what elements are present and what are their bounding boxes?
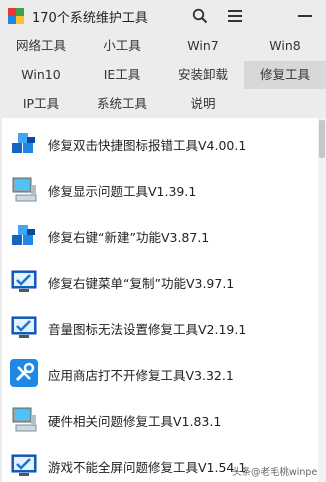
minimize-icon [298,15,312,17]
monitor-check-icon [11,270,37,292]
scrollbar-thumb[interactable] [319,120,325,158]
list-scrollbar[interactable] [318,118,326,482]
watermark: 头条@老毛桃winpe [232,464,317,478]
list-item[interactable]: 音量图标无法设置修复工具V2.19.1 [2,304,318,350]
item-label: 修复右键“新建”功能V3.87.1 [48,230,210,245]
blue-cubes-icon [12,225,35,245]
tab-repair-tools[interactable]: 修复工具 [244,61,326,89]
tab-network-tools[interactable]: 网络工具 [0,32,82,60]
item-label: 游戏不能全屏问题修复工具V1.54.1 [48,460,247,475]
item-label: 音量图标无法设置修复工具V2.19.1 [48,322,247,337]
watermark-text: 头条@老毛桃winpe [232,467,318,478]
tool-list: 修复双击快捷图标报错工具V4.00.1 修复显示问题工具V1.39.1 修复右键… [2,118,318,482]
monitor-check-icon [11,316,37,338]
list-item[interactable]: 修复双击快捷图标报错工具V4.00.1 [2,120,318,166]
tab-system-tools[interactable]: 系统工具 [82,90,162,118]
tab-win10[interactable]: Win10 [0,61,82,89]
tab-ip-tools[interactable]: IP工具 [0,90,82,118]
item-label: 修复双击快捷图标报错工具V4.00.1 [48,138,247,153]
list-item[interactable]: 修复右键菜单“复制”功能V3.97.1 [2,258,318,304]
app-logo-icon [8,8,24,24]
list-item[interactable]: 修复显示问题工具V1.39.1 [2,166,318,212]
item-label: 修复显示问题工具V1.39.1 [48,184,197,199]
list-item[interactable]: 修复右键“新建”功能V3.87.1 [2,212,318,258]
monitor-check-icon [11,454,37,476]
item-label: 应用商店打不开修复工具V3.32.1 [48,368,234,383]
blue-cubes-icon [12,133,35,153]
title-bar: 170个系统维护工具 [0,0,326,32]
tab-small-tools[interactable]: 小工具 [82,32,162,60]
tab-instructions[interactable]: 说明 [162,90,244,118]
list-item[interactable]: 应用商店打不开修复工具V3.32.1 [2,350,318,396]
computer-icon [12,177,37,202]
hamburger-menu-icon [228,10,242,22]
tab-ie-tools[interactable]: IE工具 [82,61,162,89]
item-label: 硬件相关问题修复工具V1.83.1 [48,414,222,429]
tab-win8[interactable]: Win8 [244,32,326,60]
category-tabs: 网络工具 小工具 Win7 Win8 Win10 IE工具 安装卸载 修复工具 … [0,32,326,118]
tab-install-uninstall[interactable]: 安装卸载 [162,61,244,89]
item-label: 修复右键菜单“复制”功能V3.97.1 [48,276,235,291]
tab-win7[interactable]: Win7 [162,32,244,60]
search-icon [192,8,208,24]
tools-icon [10,359,38,387]
search-button[interactable] [188,4,212,28]
window-title: 170个系统维护工具 [32,11,148,26]
menu-button[interactable] [223,4,247,28]
computer-icon [12,407,37,432]
list-item[interactable]: 硬件相关问题修复工具V1.83.1 [2,396,318,442]
minimize-button[interactable] [293,4,317,28]
